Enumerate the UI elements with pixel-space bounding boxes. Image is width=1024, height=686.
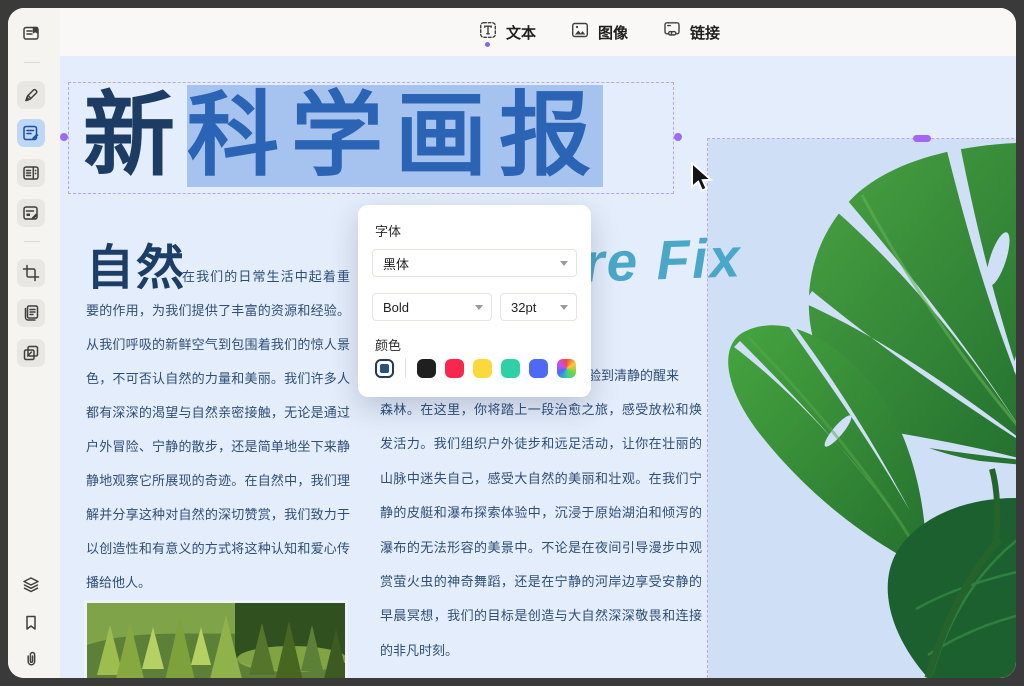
left-sidebar <box>8 8 61 678</box>
mouse-cursor <box>689 162 717 199</box>
attachment-button[interactable] <box>17 644 45 672</box>
app-window: 文本 图像 链接 新科学画报 re Fix 自然 在我们的日常生活 <box>8 8 1016 678</box>
font-weight-dropdown[interactable]: Bold <box>372 293 492 321</box>
form-icon <box>21 163 41 183</box>
sidebar-divider <box>24 241 40 242</box>
active-tab-indicator <box>485 42 490 47</box>
font-settings-panel: 字体 黑体 Bold 32pt 颜色 <box>358 205 591 397</box>
read-mode-button[interactable] <box>17 19 45 47</box>
tab-text[interactable]: 文本 <box>478 20 536 45</box>
monstera-illustration <box>708 139 1016 678</box>
sign-icon <box>21 203 41 223</box>
swatch-divider <box>405 358 406 378</box>
middle-column-paragraph[interactable]: 森林。在这里，你将踏上一段治愈之旅，感受放松和焕发活力。我们组织户外徒步和远足活… <box>380 393 702 668</box>
sign-button[interactable] <box>17 199 45 227</box>
document-title[interactable]: 新科学画报 <box>83 79 603 193</box>
paperclip-icon <box>21 648 41 668</box>
sidebar-divider <box>24 62 40 63</box>
snapshot-button[interactable] <box>17 339 45 367</box>
font-family-value: 黑体 <box>383 254 409 273</box>
chevron-down-icon <box>560 305 568 310</box>
color-swatch-blue[interactable] <box>529 359 548 378</box>
layers-icon <box>21 575 41 595</box>
font-family-dropdown[interactable]: 黑体 <box>372 249 577 277</box>
script-overlay-text[interactable]: re Fix <box>582 225 743 295</box>
highlighter-button[interactable] <box>17 81 45 109</box>
text-tool-icon <box>478 20 498 45</box>
image-selection-handle[interactable] <box>913 135 931 142</box>
link-tool-icon <box>662 20 682 45</box>
top-toolbar: 文本 图像 链接 <box>60 8 1016 56</box>
bookmark-button[interactable] <box>17 609 45 637</box>
chevron-down-icon <box>475 305 483 310</box>
color-section-label: 颜色 <box>375 335 401 354</box>
color-swatch-teal[interactable] <box>501 359 520 378</box>
tool-tabs: 文本 图像 链接 <box>478 8 720 56</box>
bookmark-icon <box>21 613 41 633</box>
chevron-down-icon <box>560 261 568 266</box>
left-column-dropcap[interactable]: 自然 <box>86 228 186 298</box>
layers-button[interactable] <box>17 571 45 599</box>
font-size-value: 32pt <box>511 300 536 315</box>
snapshot-icon <box>21 343 41 363</box>
tab-link-label: 链接 <box>690 22 720 43</box>
forest-photo[interactable] <box>87 603 345 678</box>
color-swatch-black[interactable] <box>417 359 436 378</box>
form-button[interactable] <box>17 159 45 187</box>
middle-column-visible-line[interactable]: 验到清静的醒来 <box>588 365 679 384</box>
color-swatches <box>375 358 576 378</box>
title-textbox-selection[interactable]: 新科学画报 <box>68 82 674 194</box>
document-canvas[interactable]: 新科学画报 re Fix 自然 在我们的日常生活中起着重要的作用，为我们提供了丰… <box>60 56 1016 678</box>
tab-image[interactable]: 图像 <box>570 20 628 45</box>
selection-handle-right[interactable] <box>674 133 682 141</box>
monstera-image[interactable] <box>707 138 1016 678</box>
edit-text-icon <box>21 123 41 143</box>
edit-text-button[interactable] <box>17 119 45 147</box>
organize-pages-icon <box>21 303 41 323</box>
font-weight-value: Bold <box>383 300 409 315</box>
font-size-dropdown[interactable]: 32pt <box>500 293 577 321</box>
read-mode-icon <box>21 23 41 43</box>
selection-handle-left[interactable] <box>60 133 68 141</box>
highlighter-icon <box>21 85 41 105</box>
font-section-label: 字体 <box>375 221 401 240</box>
organize-pages-button[interactable] <box>17 299 45 327</box>
image-tool-icon <box>570 20 590 45</box>
selected-color-swatch[interactable] <box>375 359 394 378</box>
title-unselected-text: 新 <box>83 85 187 187</box>
tab-image-label: 图像 <box>598 22 628 43</box>
crop-icon <box>21 263 41 283</box>
color-swatch-yellow[interactable] <box>473 359 492 378</box>
tab-link[interactable]: 链接 <box>662 20 720 45</box>
color-swatch-red[interactable] <box>445 359 464 378</box>
color-swatch-rainbow[interactable] <box>557 359 576 378</box>
left-column-paragraph[interactable]: 在我们的日常生活中起着重要的作用，为我们提供了丰富的资源和经验。从我们呼吸的新鲜… <box>86 260 350 600</box>
title-selected-text: 科学画报 <box>187 85 603 187</box>
tab-text-label: 文本 <box>506 22 536 43</box>
crop-button[interactable] <box>17 259 45 287</box>
